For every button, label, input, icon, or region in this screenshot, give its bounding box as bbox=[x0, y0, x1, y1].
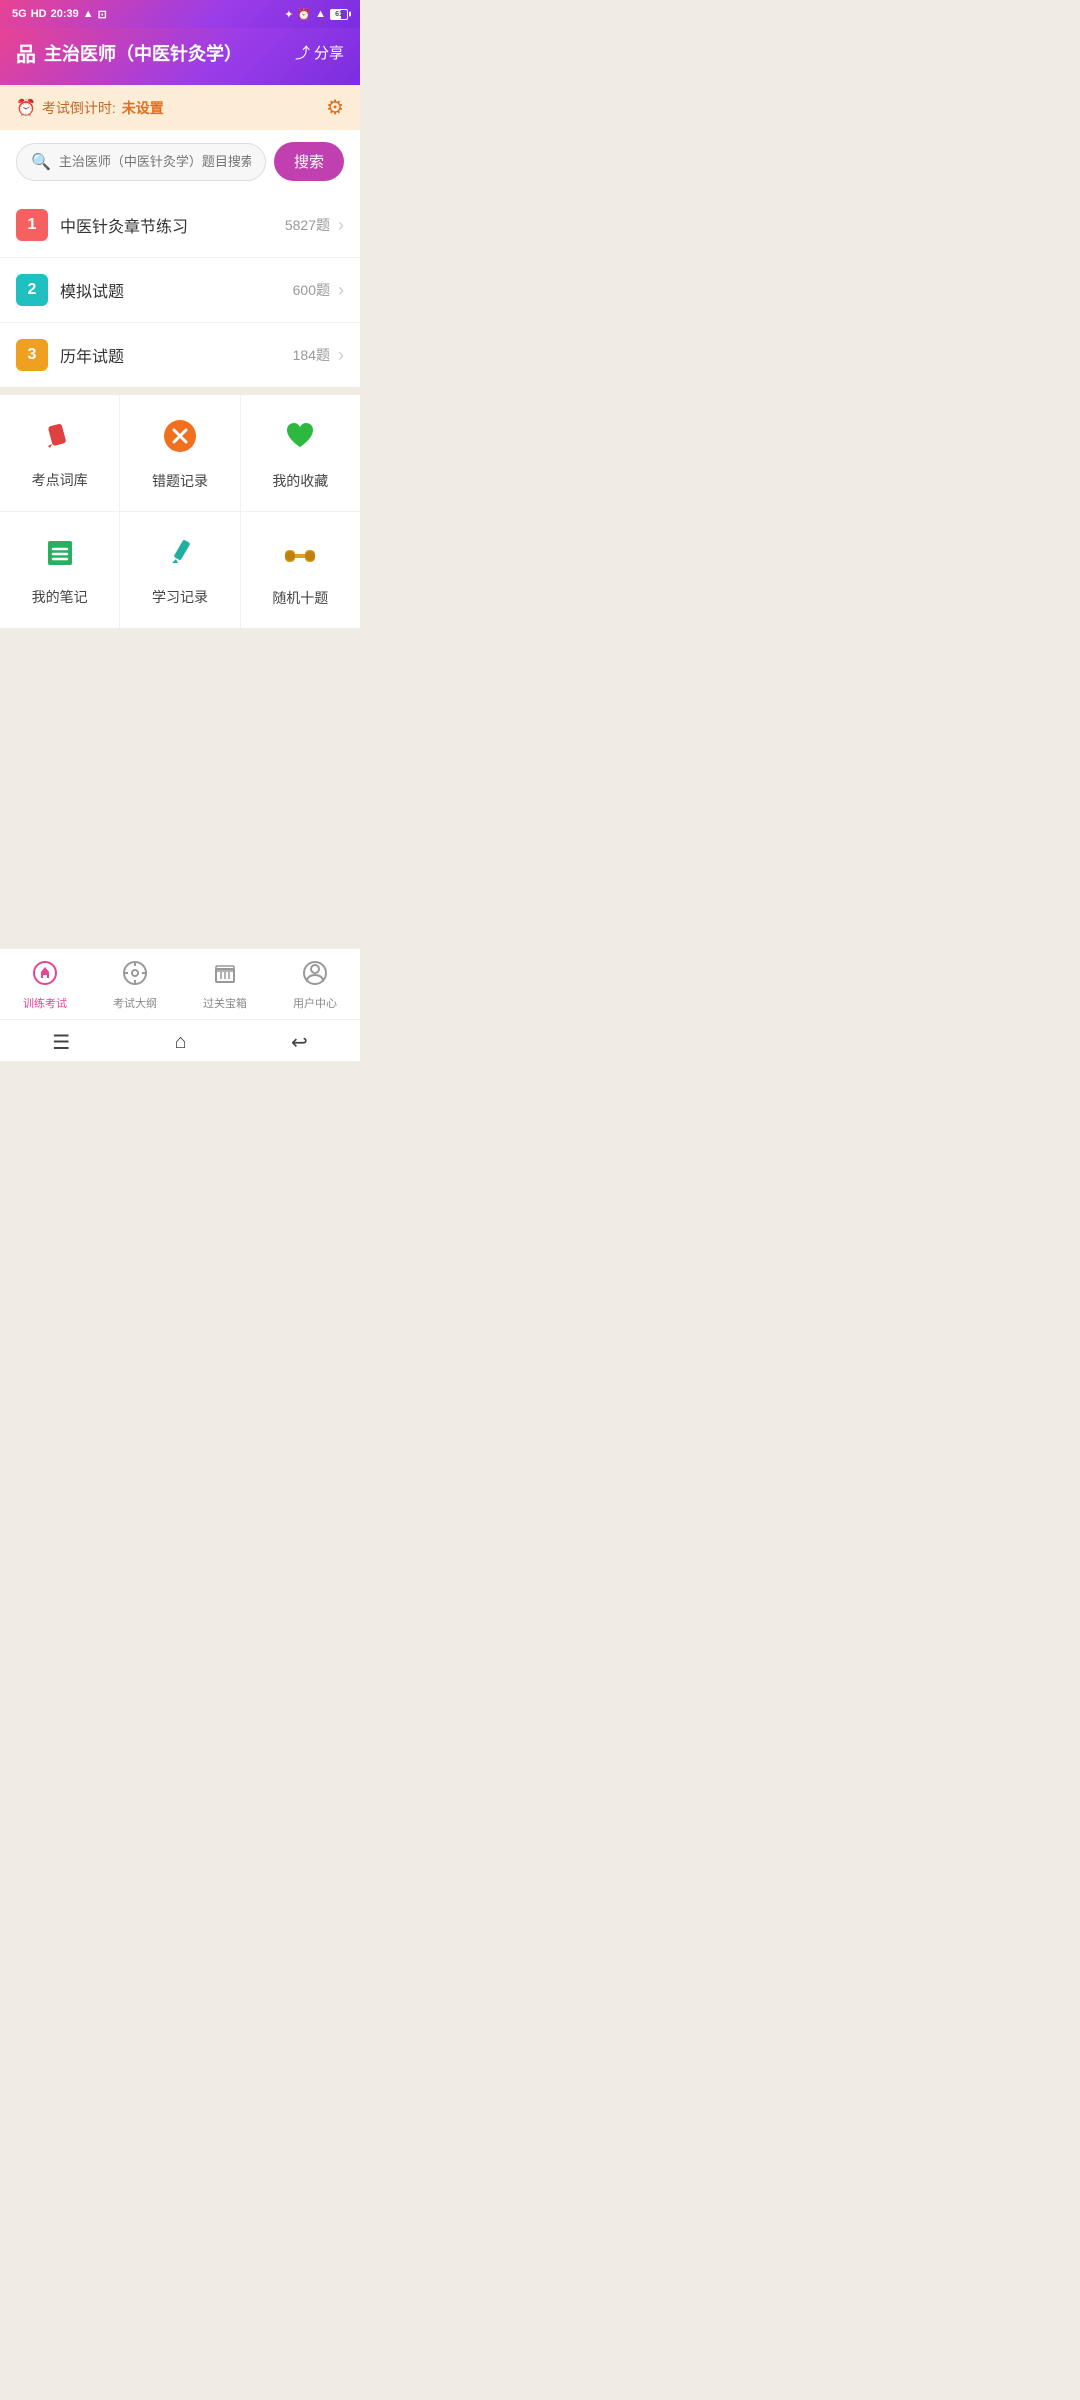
kaodian-label: 考点词库 bbox=[32, 470, 88, 490]
search-icon: 🔍 bbox=[31, 152, 51, 172]
grid-row-1: 考点词库 错题记录 我的收藏 bbox=[0, 395, 360, 512]
list-count-3: 184题 bbox=[293, 345, 330, 365]
search-button[interactable]: 搜索 bbox=[274, 142, 344, 181]
nav-label-train: 训练考试 bbox=[23, 995, 67, 1011]
list-arrow-1: › bbox=[338, 215, 344, 236]
nav-label-outline: 考试大纲 bbox=[113, 995, 157, 1011]
list-arrow-2: › bbox=[338, 280, 344, 301]
battery-icon: 61 bbox=[330, 9, 348, 20]
signal-icon: ▲ bbox=[83, 8, 94, 20]
countdown-label: 考试倒计时: bbox=[42, 98, 116, 118]
suiji-label: 随机十题 bbox=[272, 588, 328, 608]
heart-icon bbox=[283, 419, 317, 461]
nav-label-user: 用户中心 bbox=[293, 995, 337, 1011]
nav-item-treasure[interactable]: 过关宝箱 bbox=[180, 957, 270, 1015]
search-area: 🔍 搜索 bbox=[0, 130, 360, 193]
gear-button[interactable]: ⚙ bbox=[326, 95, 344, 120]
pencil-icon bbox=[44, 420, 76, 460]
pen-icon bbox=[164, 537, 196, 577]
list-num-2: 2 bbox=[16, 274, 48, 306]
header-title-area: 品 主治医师（中医针灸学） bbox=[16, 38, 242, 67]
status-left: 5G HD 20:39 ▲ ⊡ bbox=[12, 8, 107, 21]
nav-item-user[interactable]: 用户中心 bbox=[270, 957, 360, 1015]
notes-icon bbox=[44, 537, 76, 577]
grid-cell-kaodian[interactable]: 考点词库 bbox=[0, 395, 120, 511]
page-title: 主治医师（中医针灸学） bbox=[44, 40, 242, 66]
train-home-icon bbox=[33, 961, 57, 991]
biji-label: 我的笔记 bbox=[32, 587, 88, 607]
status-bar: 5G HD 20:39 ▲ ⊡ ✦ ⏰ ▲ 61 bbox=[0, 0, 360, 28]
countdown-bar: ⏰ 考试倒计时: 未设置 ⚙ bbox=[0, 85, 360, 130]
bottom-nav: 训练考试 考试大纲 过关宝箱 bbox=[0, 948, 360, 1019]
xuexi-label: 学习记录 bbox=[152, 587, 208, 607]
list-name-1: 中医针灸章节练习 bbox=[60, 213, 285, 237]
nav-item-outline[interactable]: 考试大纲 bbox=[90, 957, 180, 1015]
list-item-3[interactable]: 3 历年试题 184题 › bbox=[0, 323, 360, 387]
user-icon bbox=[303, 961, 327, 991]
header: 品 主治医师（中医针灸学） ⤴ 分享 bbox=[0, 28, 360, 85]
wrong-icon bbox=[163, 419, 197, 461]
grid-cell-suiji[interactable]: 随机十题 bbox=[241, 512, 360, 628]
grid-cell-cuoti[interactable]: 错题记录 bbox=[120, 395, 240, 511]
hd-indicator: HD bbox=[31, 8, 47, 20]
outline-icon bbox=[123, 961, 147, 991]
shoucang-label: 我的收藏 bbox=[272, 471, 328, 491]
list-item-2[interactable]: 2 模拟试题 600题 › bbox=[0, 258, 360, 323]
list-name-2: 模拟试题 bbox=[60, 278, 293, 302]
clock-icon: ⏰ bbox=[16, 98, 36, 118]
share-label: 分享 bbox=[314, 42, 344, 63]
sys-nav: ☰ ⌂ ↩ bbox=[0, 1019, 360, 1061]
share-button[interactable]: ⤴ 分享 bbox=[295, 42, 344, 63]
grid-cell-shoucang[interactable]: 我的收藏 bbox=[241, 395, 360, 511]
grid-section: 考点词库 错题记录 我的收藏 bbox=[0, 395, 360, 628]
countdown-value: 未设置 bbox=[122, 98, 164, 118]
share-icon: ⤴ bbox=[295, 42, 310, 63]
list-section: 1 中医针灸章节练习 5827题 › 2 模拟试题 600题 › 3 历年试题 … bbox=[0, 193, 360, 387]
grid-row-2: 我的笔记 学习记录 随机十题 bbox=[0, 512, 360, 628]
empty-area bbox=[0, 628, 360, 948]
wifi-icon: ▲ bbox=[315, 8, 326, 20]
home-icon[interactable]: ⌂ bbox=[175, 1031, 187, 1054]
network-indicator: 5G bbox=[12, 8, 27, 20]
status-right: ✦ ⏰ ▲ 61 bbox=[284, 8, 348, 21]
status-time: 20:39 bbox=[51, 8, 79, 20]
countdown-left: ⏰ 考试倒计时: 未设置 bbox=[16, 98, 164, 118]
search-input[interactable] bbox=[59, 154, 251, 169]
list-num-3: 3 bbox=[16, 339, 48, 371]
app-logo-icon: 品 bbox=[16, 38, 36, 67]
treasure-icon bbox=[213, 961, 237, 991]
cuoti-label: 错题记录 bbox=[152, 471, 208, 491]
bluetooth-icon: ✦ bbox=[284, 8, 293, 21]
nav-label-treasure: 过关宝箱 bbox=[203, 995, 247, 1011]
list-count-2: 600题 bbox=[293, 280, 330, 300]
grid-cell-biji[interactable]: 我的笔记 bbox=[0, 512, 120, 628]
binoculars-icon bbox=[283, 536, 317, 578]
list-num-1: 1 bbox=[16, 209, 48, 241]
alarm-icon: ⏰ bbox=[297, 8, 311, 21]
menu-icon[interactable]: ☰ bbox=[52, 1030, 70, 1055]
list-arrow-3: › bbox=[338, 345, 344, 366]
nav-item-train[interactable]: 训练考试 bbox=[0, 957, 90, 1015]
list-name-3: 历年试题 bbox=[60, 343, 293, 367]
record-icon: ⊡ bbox=[98, 8, 107, 21]
back-icon[interactable]: ↩ bbox=[291, 1030, 308, 1055]
list-item-1[interactable]: 1 中医针灸章节练习 5827题 › bbox=[0, 193, 360, 258]
grid-cell-xuexi[interactable]: 学习记录 bbox=[120, 512, 240, 628]
search-input-wrap[interactable]: 🔍 bbox=[16, 143, 266, 181]
list-count-1: 5827题 bbox=[285, 215, 330, 235]
